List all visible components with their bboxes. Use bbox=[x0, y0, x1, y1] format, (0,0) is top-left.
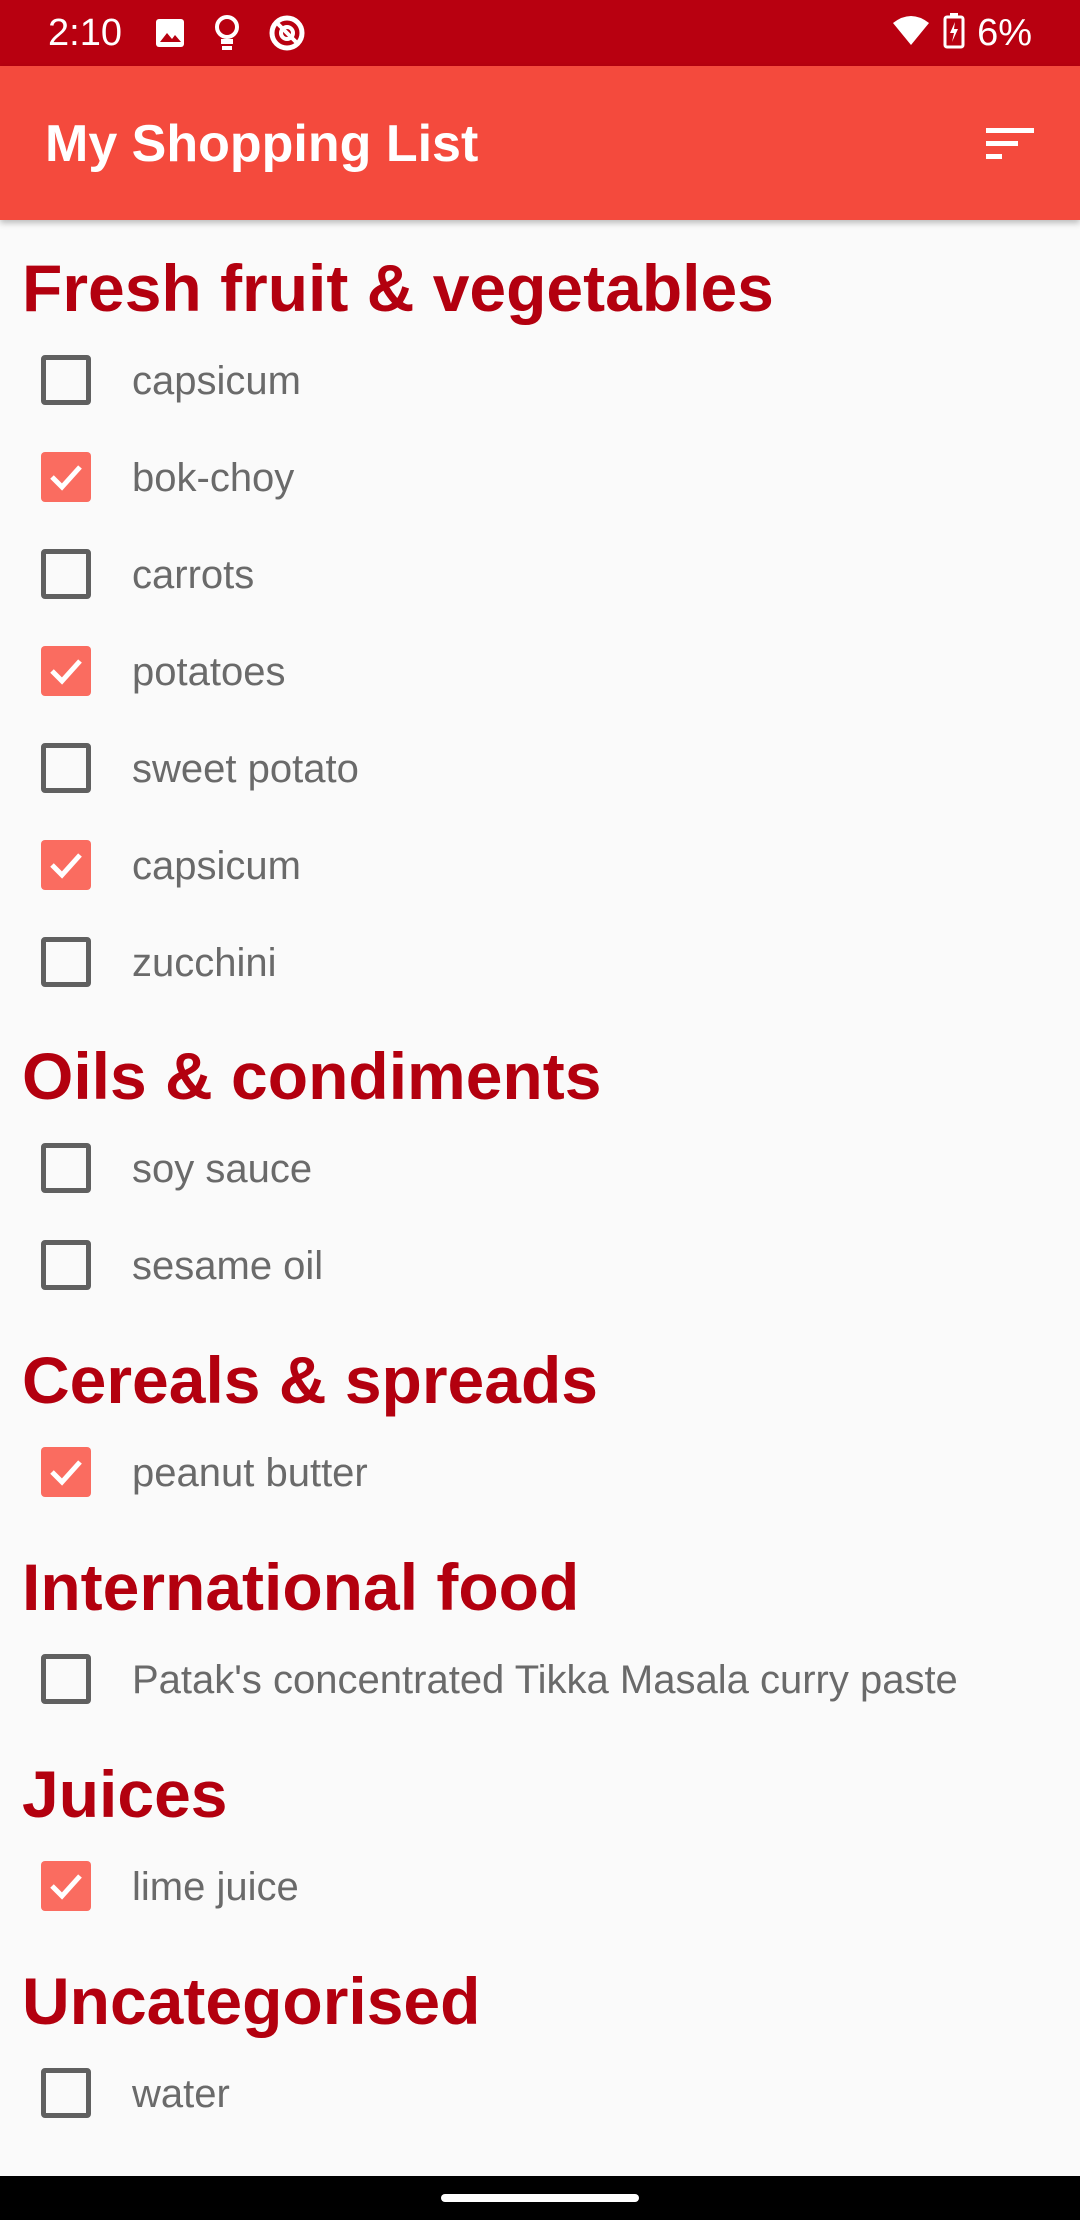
sort-button[interactable] bbox=[974, 110, 1046, 182]
item-label: carrots bbox=[132, 553, 255, 597]
checkbox-unchecked[interactable] bbox=[41, 355, 91, 405]
item-label: sesame oil bbox=[132, 1244, 324, 1288]
list-item[interactable]: potatoes bbox=[0, 624, 1080, 720]
item-label: potatoes bbox=[132, 650, 286, 694]
app-title: My Shopping List bbox=[45, 115, 479, 173]
checkbox-checked[interactable] bbox=[41, 646, 91, 696]
status-notification-icons bbox=[154, 14, 306, 57]
check-icon bbox=[50, 1874, 82, 1900]
section-heading: Cereals & spreads bbox=[22, 1343, 598, 1417]
section-heading: Juices bbox=[22, 1757, 228, 1831]
checkbox-unchecked[interactable] bbox=[41, 937, 91, 987]
battery-charging-icon bbox=[943, 12, 965, 54]
item-label: bok-choy bbox=[132, 456, 295, 500]
battery-percentage: 6% bbox=[977, 12, 1032, 54]
list-item[interactable]: sesame oil bbox=[0, 1218, 1080, 1314]
checkbox-unchecked[interactable] bbox=[41, 549, 91, 599]
item-label: water bbox=[132, 2072, 230, 2116]
item-label: lime juice bbox=[132, 1865, 299, 1909]
list-item[interactable]: sweet potato bbox=[0, 721, 1080, 817]
checkbox-unchecked[interactable] bbox=[41, 2068, 91, 2118]
section-heading: International food bbox=[22, 1550, 580, 1624]
check-icon bbox=[50, 1460, 82, 1486]
home-gesture-handle[interactable] bbox=[441, 2194, 639, 2202]
at-sign-icon bbox=[268, 14, 306, 57]
app-bar: My Shopping List bbox=[0, 66, 1080, 220]
list-item[interactable]: capsicum bbox=[0, 818, 1080, 914]
lightbulb-icon bbox=[212, 14, 242, 57]
list-item[interactable]: zucchini bbox=[0, 915, 1080, 1011]
list-item[interactable]: Patak's concentrated Tikka Masala curry … bbox=[0, 1632, 1080, 1728]
list-item[interactable]: peanut butter bbox=[0, 1425, 1080, 1521]
checkbox-unchecked[interactable] bbox=[41, 1240, 91, 1290]
checkbox-unchecked[interactable] bbox=[41, 743, 91, 793]
section-heading: Fresh fruit & vegetables bbox=[22, 251, 774, 325]
checkbox-unchecked[interactable] bbox=[41, 1143, 91, 1193]
checkbox-checked[interactable] bbox=[41, 1861, 91, 1911]
list-item[interactable]: water bbox=[0, 2046, 1080, 2142]
check-icon bbox=[50, 659, 82, 685]
list-item[interactable]: carrots bbox=[0, 527, 1080, 623]
section-heading: Uncategorised bbox=[22, 1964, 481, 2038]
wifi-icon bbox=[891, 15, 931, 52]
list-item[interactable]: lime juice bbox=[0, 1839, 1080, 1935]
status-bar: 2:10 6% bbox=[0, 0, 1080, 66]
checkbox-checked[interactable] bbox=[41, 452, 91, 502]
check-icon bbox=[50, 853, 82, 879]
item-label: soy sauce bbox=[132, 1147, 313, 1191]
status-system-icons: 6% bbox=[891, 10, 1032, 56]
navigation-bar bbox=[0, 2176, 1080, 2220]
list-item[interactable]: capsicum bbox=[0, 333, 1080, 429]
section-heading: Oils & condiments bbox=[22, 1039, 602, 1113]
item-label: sweet potato bbox=[132, 747, 359, 791]
item-label: capsicum bbox=[132, 359, 301, 403]
checkbox-unchecked[interactable] bbox=[41, 1654, 91, 1704]
checkbox-checked[interactable] bbox=[41, 1447, 91, 1497]
item-label: zucchini bbox=[132, 941, 277, 985]
item-label: Patak's concentrated Tikka Masala curry … bbox=[132, 1658, 958, 1702]
list-item[interactable]: soy sauce bbox=[0, 1121, 1080, 1217]
item-label: capsicum bbox=[132, 844, 301, 888]
sort-icon bbox=[984, 124, 1036, 169]
list-item[interactable]: bok-choy bbox=[0, 430, 1080, 526]
item-label: peanut butter bbox=[132, 1451, 368, 1495]
image-icon bbox=[154, 17, 186, 54]
status-time: 2:10 bbox=[48, 12, 122, 54]
check-icon bbox=[50, 465, 82, 491]
checkbox-checked[interactable] bbox=[41, 840, 91, 890]
